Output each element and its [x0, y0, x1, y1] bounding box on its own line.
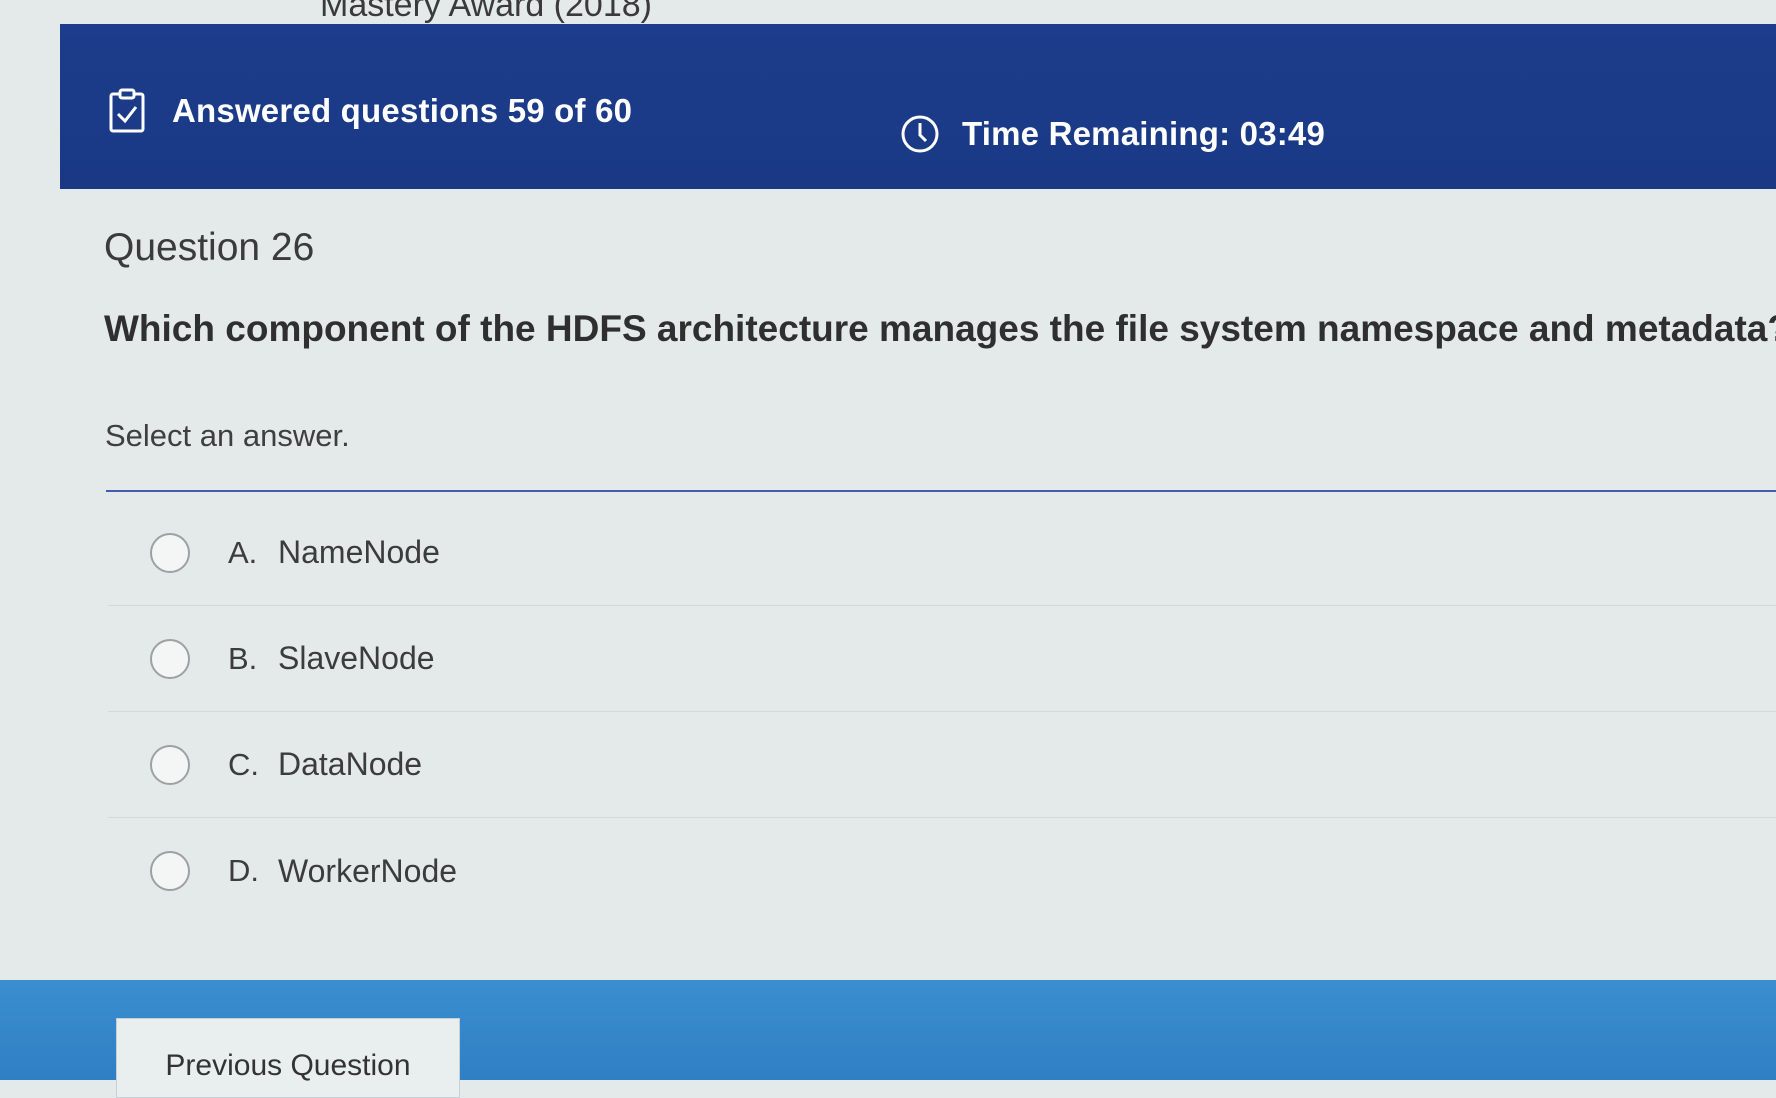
option-letter: A. — [228, 534, 258, 570]
answer-option-c[interactable]: C. DataNode — [108, 712, 1776, 818]
radio-button-d[interactable] — [150, 851, 190, 891]
clock-icon — [900, 114, 940, 154]
option-text: NameNode — [278, 534, 440, 570]
option-letter: C. — [228, 746, 259, 782]
radio-button-b[interactable] — [150, 638, 190, 679]
time-remaining: Time Remaining: 03:49 — [900, 114, 1325, 154]
question-text: Which component of the HDFS architecture… — [104, 308, 1776, 349]
answered-questions-count: Answered questions 59 of 60 — [172, 92, 633, 129]
divider — [106, 490, 1776, 492]
option-text: DataNode — [278, 746, 423, 782]
clipboard-check-icon — [108, 88, 146, 134]
exam-status-bar: Answered questions 59 of 60 Time Remaini… — [60, 24, 1776, 189]
answer-option-d[interactable]: D. WorkerNode — [108, 818, 1776, 924]
option-text: SlaveNode — [278, 640, 435, 676]
question-number: Question 26 — [104, 226, 315, 269]
answer-option-b[interactable]: B. SlaveNode — [108, 606, 1776, 712]
previous-question-button[interactable]: Previous Question — [116, 1018, 460, 1098]
timer-text: Time Remaining: 03:49 — [962, 115, 1326, 152]
option-text: WorkerNode — [278, 852, 458, 889]
answer-option-a[interactable]: A. NameNode — [108, 500, 1776, 606]
answer-instruction: Select an answer. — [105, 418, 350, 453]
page-title: Mastery Award (2018) — [320, 0, 652, 24]
option-letter: D. — [228, 853, 259, 888]
radio-button-c[interactable] — [150, 744, 190, 785]
radio-button-a[interactable] — [150, 532, 190, 573]
progress-indicator: Answered questions 59 of 60 — [108, 88, 632, 134]
option-letter: B. — [228, 640, 258, 676]
